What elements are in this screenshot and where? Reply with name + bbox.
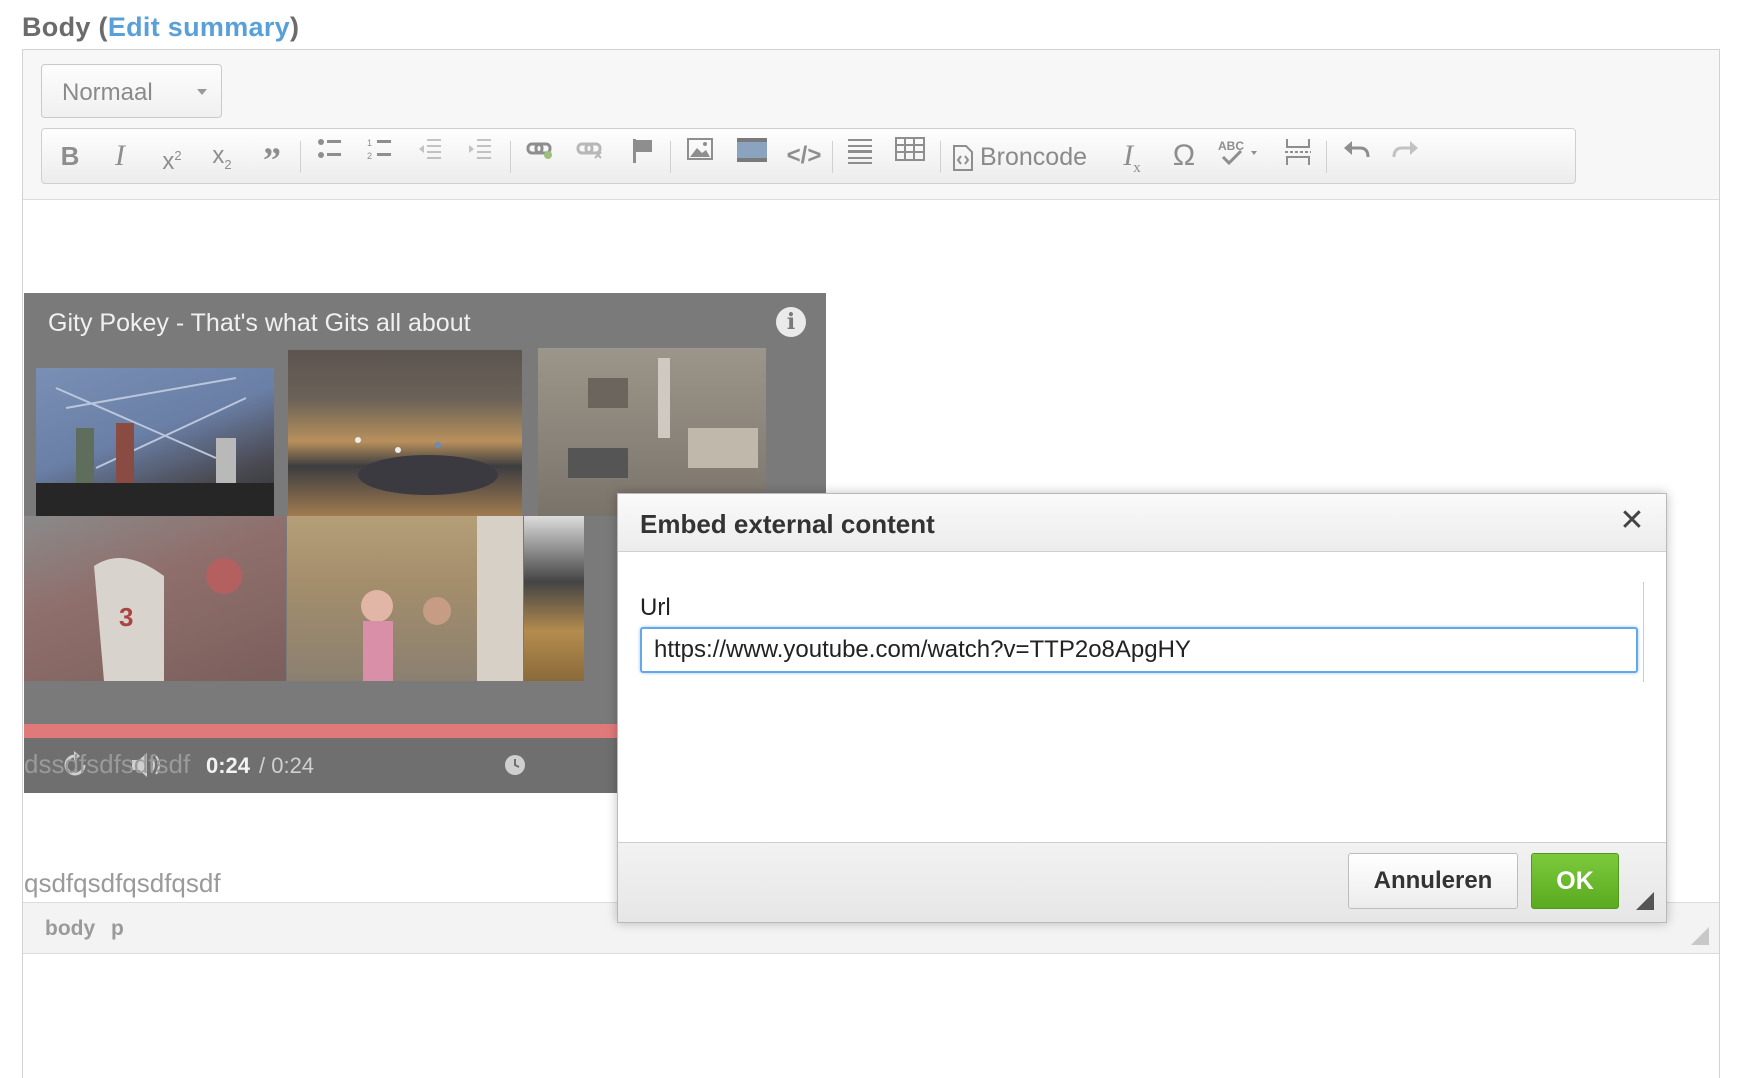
subscript-icon[interactable]: x2 [202,137,242,175]
close-icon[interactable]: ✕ [1616,505,1648,537]
undo-icon[interactable] [1338,137,1374,175]
code-icon[interactable]: </> [784,137,824,175]
video-thumbnail[interactable]: 3 [24,516,286,681]
field-label-text: Body [22,12,91,42]
embed-dialog: Embed external content ✕ Url Annuleren O… [617,493,1667,923]
format-dropdown[interactable]: Normaal [41,64,222,118]
video-thumbnail[interactable] [288,350,522,516]
toolbar-separator [670,141,671,173]
dialog-resize-grip-icon[interactable] [1636,892,1654,910]
paragraph: dssdfsdfsdfsdf [24,749,191,779]
link-icon[interactable] [522,137,558,175]
toolbar-separator [832,141,833,173]
toolbar-separator [940,141,941,173]
ok-button[interactable]: OK [1531,853,1619,909]
horizontal-rule-icon[interactable] [842,137,878,175]
url-label: Url [640,594,671,621]
paragraph: qsdfqsdfqsdfqsdf [24,868,221,898]
svg-text:1: 1 [367,138,372,148]
dialog-title: Embed external content [640,509,935,539]
spellcheck-icon[interactable]: ABC [1214,137,1266,175]
editor-toolbar-area: Normaal B I x2 x2 ” 12 </> Broncode Ix Ω… [23,50,1719,200]
redo-icon[interactable] [1388,137,1424,175]
page-break-icon[interactable] [1280,137,1316,175]
info-icon[interactable]: i [776,307,806,337]
dialog-body: Url [618,552,1666,842]
bulleted-list-icon[interactable] [312,137,348,175]
indent-icon[interactable] [462,137,498,175]
toolbar-separator [1326,141,1327,173]
dialog-scroll-divider [1643,582,1644,682]
format-dropdown-value: Normaal [62,79,153,106]
dialog-header[interactable]: Embed external content ✕ [618,494,1666,552]
paren-close: ) [289,12,300,42]
chevron-down-icon [197,89,207,95]
svg-text:3: 3 [119,602,133,632]
toolbar-separator [300,141,301,173]
cancel-button[interactable]: Annuleren [1348,853,1518,909]
video-thumbnail[interactable] [36,368,274,516]
paren-open: ( [98,12,108,42]
url-input[interactable] [640,627,1638,673]
svg-text:2: 2 [367,151,372,161]
video-thumbnail[interactable] [524,516,584,681]
unlink-icon[interactable] [572,137,608,175]
italic-icon[interactable]: I [102,137,138,175]
path-crumb-p[interactable]: p [111,917,124,941]
source-button[interactable]: Broncode [952,137,1102,175]
editor-toolbar: B I x2 x2 ” 12 </> Broncode Ix Ω ABC [41,128,1576,184]
outdent-icon[interactable] [412,137,448,175]
dialog-footer: Annuleren OK [618,842,1666,922]
special-char-icon[interactable]: Ω [1166,137,1202,175]
video-thumbnail[interactable] [538,348,766,516]
source-icon [952,144,974,172]
field-label: Body (Edit summary) [22,12,299,43]
video-thumbnail[interactable] [287,516,523,681]
watch-later-icon[interactable] [504,754,526,781]
media-icon[interactable] [732,137,772,175]
video-time-total: / 0:24 [259,753,315,778]
video-title: Gity Pokey - That's what Gits all about [48,309,471,337]
video-time-current: 0:24 [206,753,251,778]
table-icon[interactable] [892,137,928,175]
path-crumb-body[interactable]: body [45,917,95,941]
image-icon[interactable] [682,137,718,175]
remove-format-icon[interactable]: Ix [1114,137,1150,176]
bold-icon[interactable]: B [52,137,88,175]
blockquote-icon[interactable]: ” [252,137,292,180]
anchor-flag-icon[interactable] [624,137,660,175]
resize-grip-icon[interactable] [1691,927,1709,945]
toolbar-separator [510,141,511,173]
edit-summary-link[interactable]: Edit summary [108,12,290,42]
superscript-icon[interactable]: x2 [152,137,192,175]
source-label: Broncode [980,143,1088,171]
numbered-list-icon[interactable]: 12 [362,137,398,175]
